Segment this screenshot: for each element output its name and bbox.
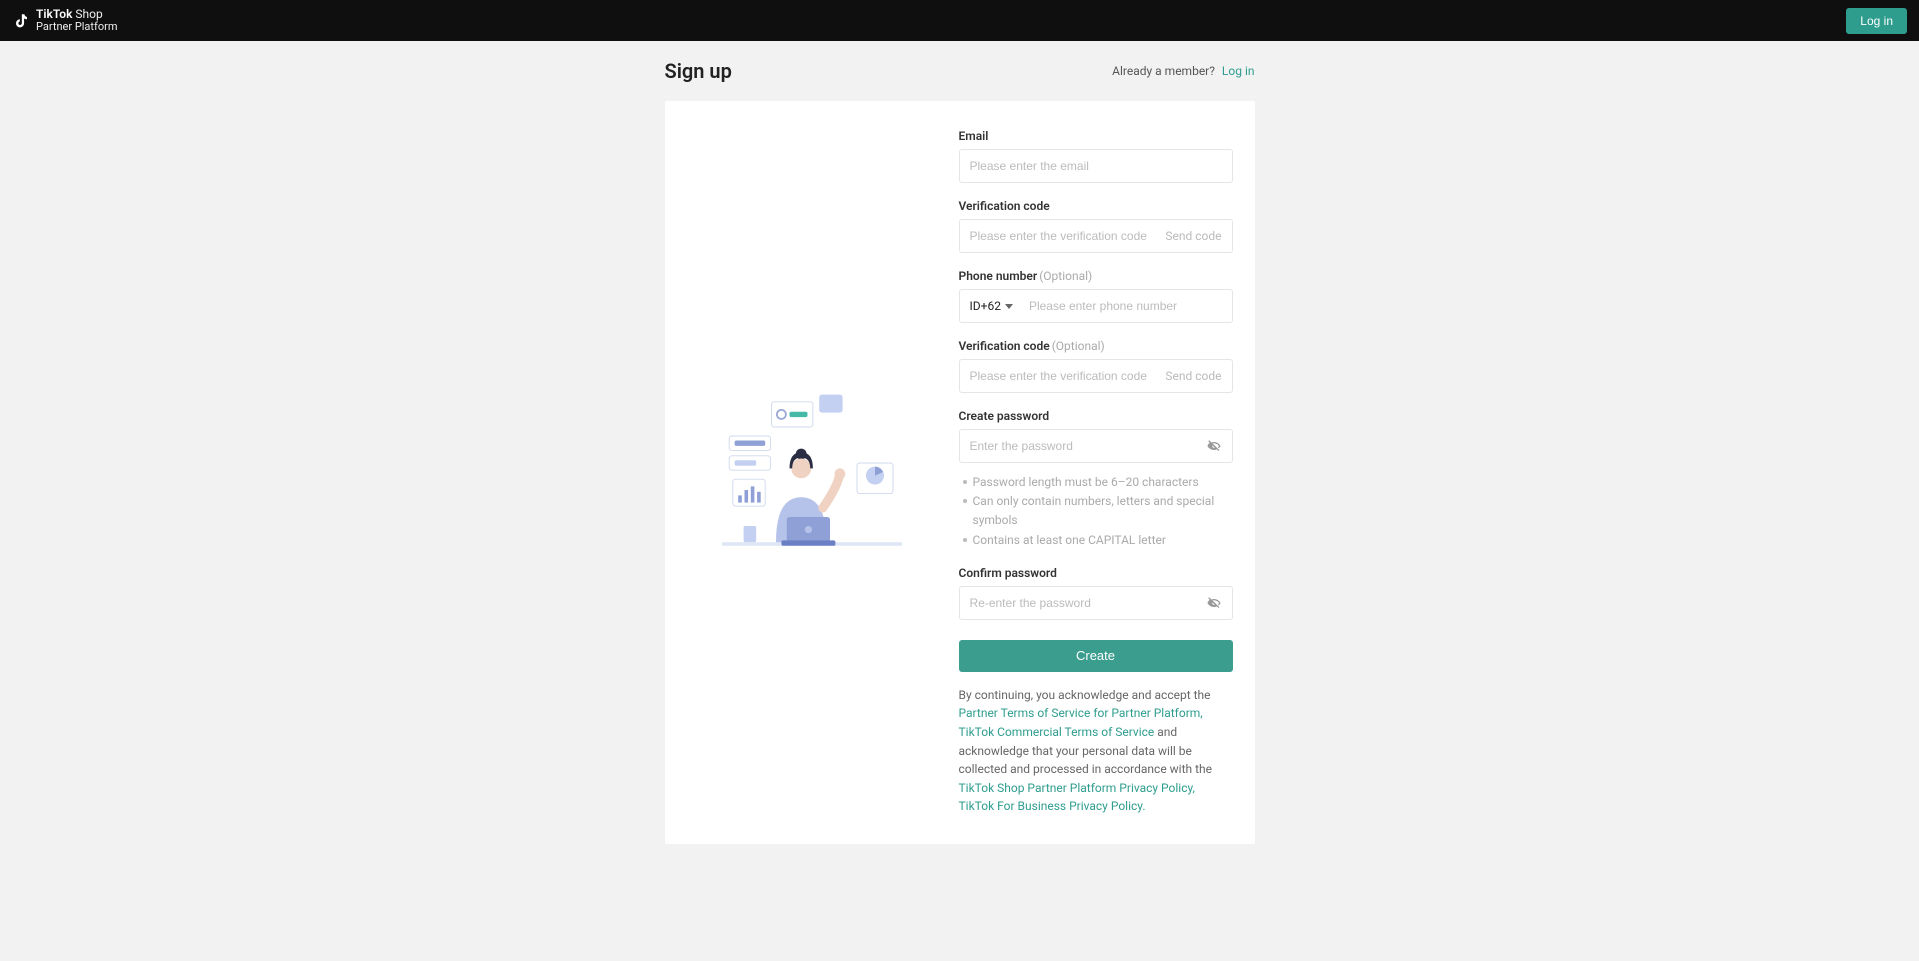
brand-logo: TikTok Shop Partner Platform: [12, 8, 118, 33]
password-group: Create password Password length must be …: [959, 409, 1233, 550]
already-text: Already a member?: [1112, 64, 1215, 78]
legal-link-privacy[interactable]: TikTok Shop Partner Platform Privacy Pol…: [959, 781, 1195, 814]
email-verify-group: Verification code Send code: [959, 199, 1233, 253]
phone-verify-group: Verification code(Optional) Send code: [959, 339, 1233, 393]
email-input-wrap[interactable]: [959, 149, 1233, 183]
confirm-password-group: Confirm password: [959, 566, 1233, 620]
signup-illustration: [722, 391, 902, 553]
password-label: Create password: [959, 409, 1233, 423]
send-email-code-button[interactable]: Send code: [1165, 229, 1221, 243]
password-hints: Password length must be 6–20 characters …: [959, 473, 1233, 550]
eye-off-icon[interactable]: [1206, 595, 1222, 611]
create-button[interactable]: Create: [959, 640, 1233, 672]
country-code-value: ID+62: [970, 299, 1001, 313]
phone-optional: (Optional): [1039, 269, 1092, 283]
signup-form: Email Verification code Send code Phone …: [959, 101, 1255, 844]
password-hint: Password length must be 6–20 characters: [959, 473, 1233, 492]
email-label: Email: [959, 129, 1233, 143]
phone-label: Phone number(Optional): [959, 269, 1233, 283]
country-code-select[interactable]: ID+62: [970, 299, 1021, 313]
phone-verify-label: Verification code(Optional): [959, 339, 1233, 353]
eye-off-icon[interactable]: [1206, 438, 1222, 454]
email-verify-label: Verification code: [959, 199, 1233, 213]
page-header: Sign up Already a member? Log in: [665, 59, 1255, 83]
card-illustration-panel: [665, 101, 959, 844]
phone-verify-label-text: Verification code: [959, 339, 1050, 353]
phone-verify-input-wrap[interactable]: Send code: [959, 359, 1233, 393]
confirm-password-label: Confirm password: [959, 566, 1233, 580]
phone-group: Phone number(Optional) ID+62: [959, 269, 1233, 323]
phone-label-text: Phone number: [959, 269, 1038, 283]
password-hint: Can only contain numbers, letters and sp…: [959, 492, 1233, 530]
page-title: Sign up: [665, 59, 732, 83]
brand-shop: Shop: [75, 7, 102, 21]
email-verify-input-wrap[interactable]: Send code: [959, 219, 1233, 253]
phone-input-wrap[interactable]: ID+62: [959, 289, 1233, 323]
tiktok-icon: [12, 12, 30, 30]
legal-prefix: By continuing, you acknowledge and accep…: [959, 688, 1211, 702]
signup-card: Email Verification code Send code Phone …: [665, 101, 1255, 844]
login-link[interactable]: Log in: [1222, 64, 1255, 78]
phone-verify-field[interactable]: [970, 369, 1158, 383]
header-login-button[interactable]: Log in: [1846, 8, 1907, 34]
confirm-password-input-wrap[interactable]: [959, 586, 1233, 620]
password-hint: Contains at least one CAPITAL letter: [959, 531, 1233, 550]
phone-verify-optional: (Optional): [1052, 339, 1105, 353]
email-field[interactable]: [970, 159, 1222, 173]
phone-field[interactable]: [1029, 299, 1222, 313]
email-group: Email: [959, 129, 1233, 183]
already-member: Already a member? Log in: [1112, 64, 1254, 78]
chevron-down-icon: [1005, 304, 1013, 309]
email-verify-field[interactable]: [970, 229, 1158, 243]
brand-tiktok: TikTok: [36, 7, 72, 21]
confirm-password-field[interactable]: [970, 596, 1206, 610]
send-phone-code-button[interactable]: Send code: [1165, 369, 1221, 383]
app-header: TikTok Shop Partner Platform Log in: [0, 0, 1919, 41]
brand-line2: Partner Platform: [36, 21, 118, 33]
legal-text: By continuing, you acknowledge and accep…: [959, 686, 1233, 816]
password-field[interactable]: [970, 439, 1206, 453]
password-input-wrap[interactable]: [959, 429, 1233, 463]
